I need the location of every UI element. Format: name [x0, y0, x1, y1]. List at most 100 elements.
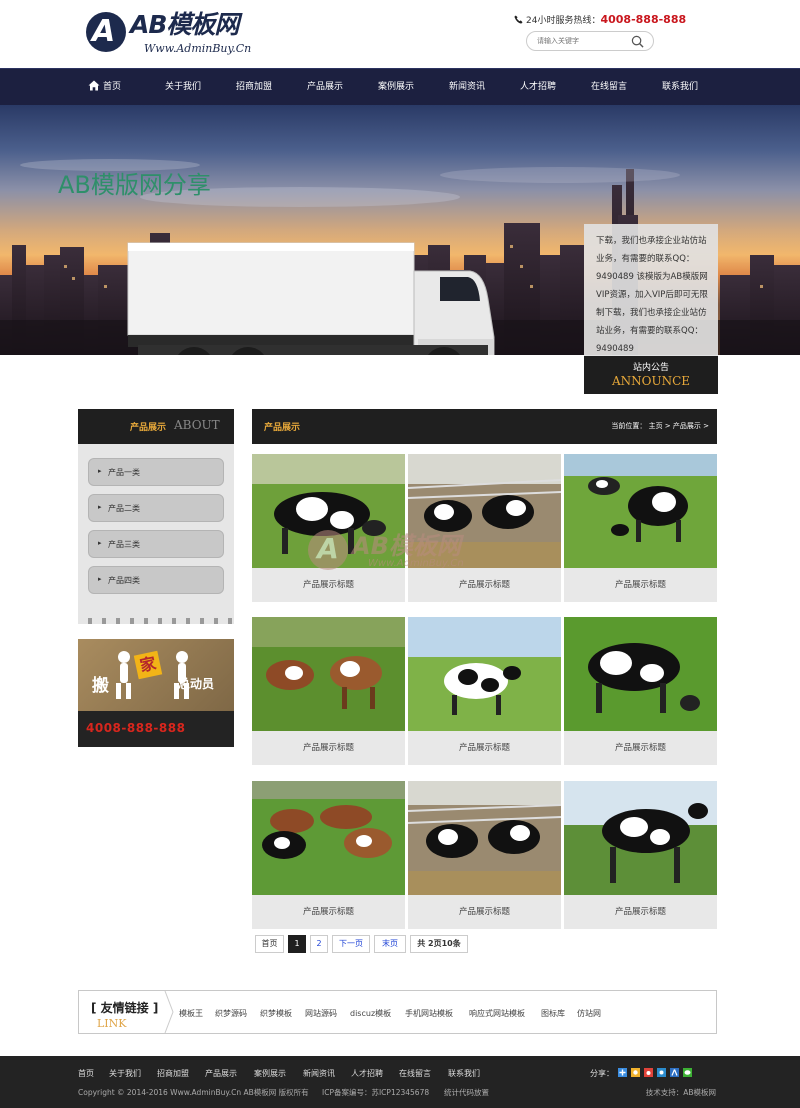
friend-link[interactable]: 图标库 — [541, 1008, 565, 1019]
share-label: 分享： — [590, 1069, 614, 1078]
product-caption: 产品展示标题 — [302, 743, 354, 753]
announcement-title: 站内公告 — [632, 363, 669, 373]
pager-page-1[interactable]: 1 — [288, 935, 306, 953]
arrow-right-icon: ▸ — [98, 539, 102, 547]
nav-franchise[interactable]: 招商加盟 — [236, 69, 272, 106]
friend-link[interactable]: 手机网站模板 — [405, 1008, 453, 1019]
product-caption: 产品展示标题 — [302, 580, 354, 590]
hotline-label: 24小时服务热线： — [526, 16, 601, 26]
site-logo[interactable]: A AB模板网 Www.AdminBuy.Cn — [86, 10, 276, 60]
footer-nav-products[interactable]: 产品展示 — [205, 1068, 237, 1079]
footer-nav-jobs[interactable]: 人才招聘 — [351, 1068, 383, 1079]
footer-nav-home[interactable]: 首页 — [78, 1068, 94, 1079]
friend-link[interactable]: 模板王 — [179, 1008, 203, 1019]
pager-first[interactable]: 首页 — [255, 935, 284, 953]
footer-nav-cases[interactable]: 案例展示 — [254, 1068, 286, 1079]
icp-text: ICP备案编号：苏ICP12345678 — [322, 1088, 430, 1097]
footer-nav-about[interactable]: 关于我们 — [109, 1068, 141, 1079]
banner-slogan: AB模版网分享 — [58, 171, 211, 199]
header: A AB模板网 Www.AdminBuy.Cn 24小时服务热线：4008-88… — [0, 0, 800, 68]
copyright-text: Copyright © 2014-2016 Www.AdminBuy.Cn AB… — [78, 1088, 309, 1097]
footer-nav-contact[interactable]: 联系我们 — [448, 1068, 480, 1079]
product-card[interactable]: 产品展示标题 — [564, 781, 717, 929]
product-card[interactable]: 产品展示标题 — [564, 454, 717, 602]
footer-nav-news[interactable]: 新闻资讯 — [303, 1068, 335, 1079]
friend-link[interactable]: 响应式网站模板 — [469, 1008, 525, 1019]
product-image — [252, 617, 405, 731]
sidebar-item-category-1[interactable]: ▸ 产品一类 — [88, 458, 224, 486]
friend-link[interactable]: 织梦源码 — [215, 1008, 247, 1019]
product-image — [408, 617, 561, 731]
tech-support-text: 技术支持：AB模板网 — [645, 1088, 716, 1097]
product-caption: 产品展示标题 — [458, 743, 510, 753]
nav-contact[interactable]: 联系我们 — [662, 69, 698, 106]
phone-icon — [514, 15, 523, 24]
friend-link[interactable]: 网站源码 — [305, 1008, 337, 1019]
sidebar-item-category-4[interactable]: ▸ 产品四类 — [88, 566, 224, 594]
product-card[interactable]: 产品展示标题 — [252, 454, 405, 602]
nav-jobs[interactable]: 人才招聘 — [520, 69, 556, 106]
product-card[interactable]: 产品展示标题 — [408, 617, 561, 765]
announcement-title-en: ANNOUNCE — [611, 374, 691, 388]
announcement-text: 下载，我们也承接企业站仿站业务，有需要的联系QQ：9490489 该模版为AB模… — [596, 236, 708, 352]
product-card[interactable]: 产品展示标题 — [252, 781, 405, 929]
share-weibo-icon[interactable] — [644, 1068, 653, 1077]
hotline-number: 4008-888-888 — [600, 13, 687, 26]
sidebar-ad-banner[interactable]: 搬 家 总动员 4008-888-888 — [78, 639, 234, 747]
nav-news[interactable]: 新闻资讯 — [449, 69, 485, 106]
announcement-box: 下载，我们也承接企业站仿站业务，有需要的联系QQ：9490489 该模版为AB模… — [584, 224, 718, 394]
sidebar-item-label: 产品四类 — [108, 576, 140, 585]
nav-about[interactable]: 关于我们 — [165, 69, 201, 106]
nav-cases[interactable]: 案例展示 — [378, 69, 414, 106]
product-card[interactable]: 产品展示标题 — [564, 617, 717, 765]
search-box — [526, 31, 654, 51]
product-image — [408, 454, 561, 568]
truck-image — [127, 242, 495, 355]
footer-nav-message[interactable]: 在线留言 — [399, 1068, 431, 1079]
friend-links: [ 友情链接 ] LINK 模板王 织梦源码 织梦模板 网站源码 discuz模… — [78, 990, 717, 1034]
nav-message[interactable]: 在线留言 — [591, 69, 627, 106]
main-header: 产品展示 当前位置： 主页 > 产品展示 > — [252, 409, 717, 444]
breadcrumb: 当前位置： 主页 > 产品展示 > — [611, 422, 709, 430]
page: A AB模板网 Www.AdminBuy.Cn 24小时服务热线：4008-88… — [0, 0, 800, 1108]
ad-phone: 4008-888-888 — [86, 721, 186, 735]
logo-url: Www.AdminBuy.Cn — [144, 42, 252, 55]
friend-link[interactable]: 织梦模板 — [260, 1008, 292, 1019]
share-renren-icon[interactable] — [670, 1068, 679, 1077]
pager-summary: 共 2页10条 — [410, 935, 468, 953]
product-card[interactable]: 产品展示标题 — [408, 781, 561, 929]
footer-nav-franchise[interactable]: 招商加盟 — [157, 1068, 189, 1079]
product-image — [408, 781, 561, 895]
nav-products[interactable]: 产品展示 — [307, 69, 343, 106]
product-caption: 产品展示标题 — [614, 907, 666, 917]
nav-home[interactable]: 首页 — [88, 69, 121, 106]
sidebar-title: 产品展示 — [130, 423, 167, 433]
ad-slogan: 总动员 — [178, 677, 215, 691]
product-image — [564, 617, 717, 731]
sidebar-item-category-3[interactable]: ▸ 产品三类 — [88, 530, 224, 558]
sidebar-item-category-2[interactable]: ▸ 产品二类 — [88, 494, 224, 522]
arrow-right-icon: ▸ — [98, 575, 102, 583]
sidebar-item-label: 产品三类 — [108, 540, 140, 549]
pager-last[interactable]: 末页 — [374, 935, 406, 953]
share-qzone-icon[interactable] — [631, 1068, 640, 1077]
search-icon[interactable] — [631, 35, 644, 48]
product-caption: 产品展示标题 — [614, 580, 666, 590]
product-card[interactable]: 产品展示标题 — [408, 454, 561, 602]
share-wechat-icon[interactable] — [683, 1068, 692, 1077]
product-image — [564, 454, 717, 568]
links-divider — [164, 991, 174, 1033]
pager-page-2[interactable]: 2 — [310, 935, 328, 953]
product-card[interactable]: 产品展示标题 — [252, 617, 405, 765]
share-plus-icon[interactable] — [618, 1068, 627, 1077]
sidebar-title-en: ABOUT — [174, 418, 220, 432]
product-image — [252, 781, 405, 895]
product-caption: 产品展示标题 — [458, 907, 510, 917]
search-input[interactable] — [537, 35, 627, 47]
friend-link[interactable]: discuz模板 — [350, 1008, 391, 1019]
main-nav: 首页 关于我们 招商加盟 产品展示 案例展示 新闻资讯 人才招聘 在线留言 联系… — [0, 68, 800, 105]
friend-link[interactable]: 仿站网 — [577, 1008, 601, 1019]
sidebar-item-label: 产品二类 — [108, 504, 140, 513]
share-tencent-icon[interactable] — [657, 1068, 666, 1077]
pager-next[interactable]: 下一页 — [332, 935, 370, 953]
